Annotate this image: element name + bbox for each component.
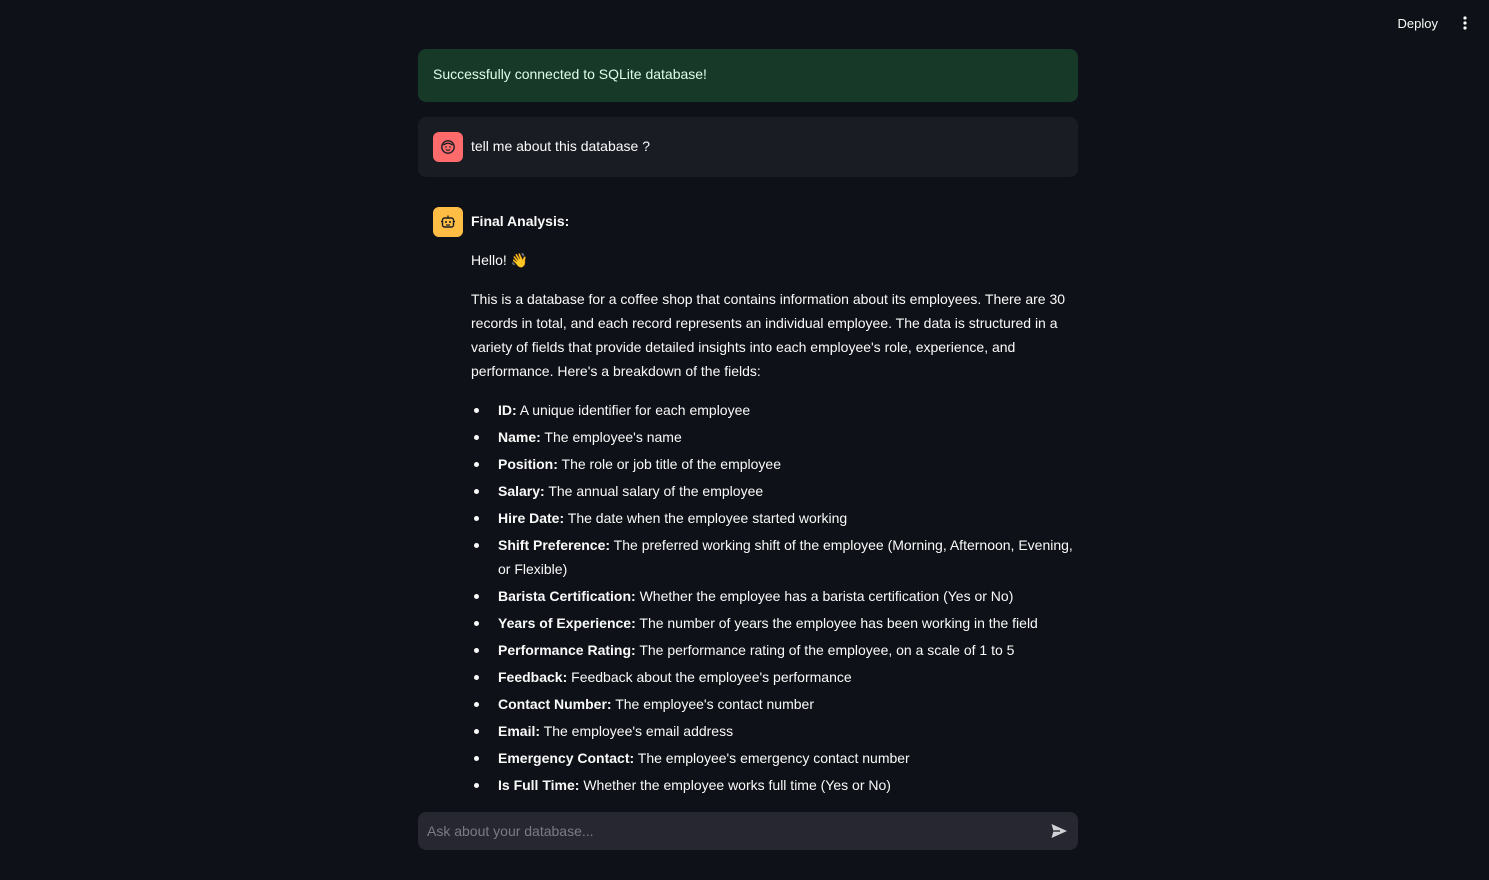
assistant-chat-message: Final Analysis: Hello! 👋 This is a datab… bbox=[418, 207, 1078, 797]
list-item: Salary: The annual salary of the employe… bbox=[471, 479, 1078, 503]
alert-text: Successfully connected to SQLite databas… bbox=[433, 66, 707, 82]
list-item: Feedback: Feedback about the employee's … bbox=[471, 665, 1078, 689]
field-desc: The number of years the employee has bee… bbox=[635, 615, 1038, 631]
vertical-ellipsis-icon[interactable] bbox=[1459, 14, 1471, 32]
smiley-face-icon bbox=[441, 140, 455, 154]
list-item: Email: The employee's email address bbox=[471, 719, 1078, 743]
list-item: Position: The role or job title of the e… bbox=[471, 452, 1078, 476]
field-name: Emergency Contact: bbox=[498, 750, 635, 766]
greeting-text: Hello! 👋 bbox=[471, 252, 529, 268]
list-item: Barista Certification: Whether the emplo… bbox=[471, 584, 1078, 608]
field-name: Is Full Time: bbox=[498, 777, 580, 793]
field-desc: Whether the employee has a barista certi… bbox=[635, 588, 1014, 604]
field-desc: The employee's email address bbox=[540, 723, 734, 739]
field-name: Shift Preference: bbox=[498, 537, 611, 553]
field-name: Email: bbox=[498, 723, 541, 739]
send-arrow-icon[interactable] bbox=[1050, 822, 1068, 840]
analysis-paragraph: This is a database for a coffee shop tha… bbox=[471, 291, 1066, 379]
field-desc: The employee's contact number bbox=[611, 696, 814, 712]
list-item: Shift Preference: The preferred working … bbox=[471, 533, 1078, 581]
field-desc: Whether the employee works full time (Ye… bbox=[579, 777, 891, 793]
list-item: ID: A unique identifier for each employe… bbox=[471, 398, 1078, 422]
field-desc: The annual salary of the employee bbox=[544, 483, 764, 499]
robot-icon bbox=[441, 215, 455, 228]
field-desc: Feedback about the employee's performanc… bbox=[567, 669, 852, 685]
field-desc: The employee's name bbox=[540, 429, 682, 445]
field-name: Name: bbox=[498, 429, 541, 445]
main-content: Successfully connected to SQLite databas… bbox=[418, 49, 1078, 800]
field-desc: The date when the employee started worki… bbox=[564, 510, 848, 526]
field-desc: The role or job title of the employee bbox=[557, 456, 781, 472]
assistant-avatar bbox=[433, 207, 463, 237]
user-avatar bbox=[433, 132, 463, 162]
field-name: Position: bbox=[498, 456, 558, 472]
list-item: Years of Experience: The number of years… bbox=[471, 611, 1078, 635]
list-item: Hire Date: The date when the employee st… bbox=[471, 506, 1078, 530]
analysis-title: Final Analysis: bbox=[471, 213, 570, 229]
field-name: Barista Certification: bbox=[498, 588, 636, 604]
chat-input-box bbox=[418, 812, 1078, 850]
field-name: Hire Date: bbox=[498, 510, 565, 526]
fields-list: ID: A unique identifier for each employe… bbox=[471, 398, 1078, 797]
chat-input[interactable] bbox=[418, 812, 1028, 850]
field-desc: A unique identifier for each employee bbox=[516, 402, 751, 418]
success-alert: Successfully connected to SQLite databas… bbox=[418, 49, 1078, 102]
field-name: Years of Experience: bbox=[498, 615, 636, 631]
list-item: Emergency Contact: The employee's emerge… bbox=[471, 746, 1078, 770]
list-item: Performance Rating: The performance rati… bbox=[471, 638, 1078, 662]
user-chat-message: tell me about this database ? bbox=[418, 117, 1078, 177]
user-message-text: tell me about this database ? bbox=[471, 138, 651, 154]
field-desc: The performance rating of the employee, … bbox=[635, 642, 1015, 658]
list-item: Contact Number: The employee's contact n… bbox=[471, 692, 1078, 716]
top-bar: Deploy bbox=[0, 0, 1489, 46]
field-name: Feedback: bbox=[498, 669, 568, 685]
field-name: Contact Number: bbox=[498, 696, 612, 712]
field-name: Salary: bbox=[498, 483, 545, 499]
list-item: Name: The employee's name bbox=[471, 425, 1078, 449]
send-button[interactable] bbox=[1050, 822, 1068, 840]
field-name: Performance Rating: bbox=[498, 642, 636, 658]
field-name: ID: bbox=[498, 402, 517, 418]
field-desc: The employee's emergency contact number bbox=[634, 750, 910, 766]
deploy-button[interactable]: Deploy bbox=[1396, 14, 1440, 33]
list-item: Is Full Time: Whether the employee works… bbox=[471, 773, 1078, 797]
